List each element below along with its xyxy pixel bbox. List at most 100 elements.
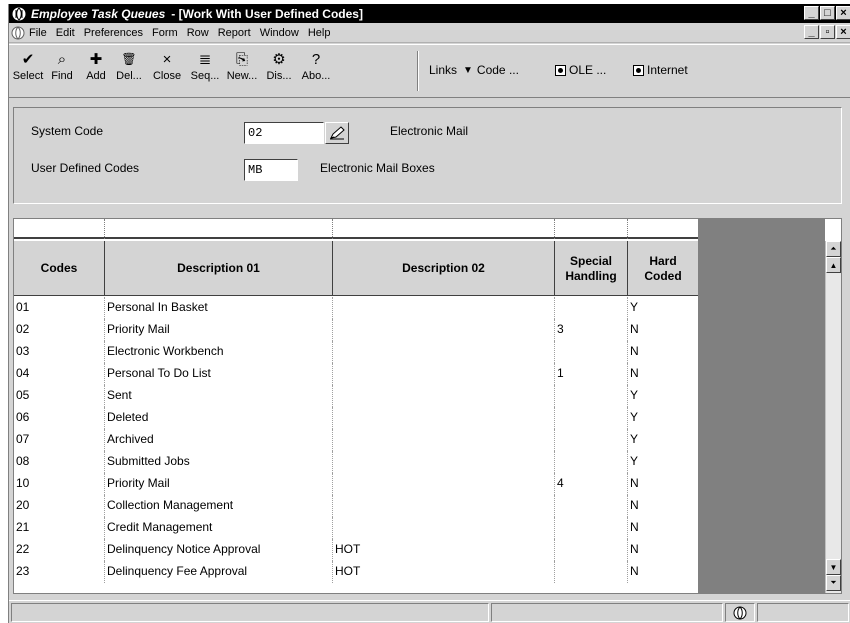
sequence-button[interactable]: ≣ Seq... (189, 49, 221, 93)
cell-description-02[interactable] (333, 341, 555, 363)
table-row[interactable]: 02 Priority Mail 3 N (14, 319, 698, 341)
cell-description-01[interactable]: Archived (105, 429, 333, 451)
cell-special-handling[interactable] (555, 451, 628, 473)
qbe-hard-cell[interactable] (628, 219, 698, 239)
cell-description-02[interactable]: HOT (333, 561, 555, 583)
menu-edit[interactable]: Edit (56, 27, 75, 39)
menu-window[interactable]: Window (260, 27, 299, 39)
cell-description-01[interactable]: Delinquency Notice Approval (105, 539, 333, 561)
cell-description-01[interactable]: Personal To Do List (105, 363, 333, 385)
cell-code[interactable]: 08 (14, 451, 105, 473)
cell-special-handling[interactable] (555, 517, 628, 539)
table-row[interactable]: 10 Priority Mail 4 N (14, 473, 698, 495)
close-window-button[interactable]: × (836, 6, 850, 20)
cell-description-01[interactable]: Personal In Basket (105, 297, 333, 319)
cell-code[interactable]: 23 (14, 561, 105, 583)
table-row[interactable]: 01 Personal In Basket Y (14, 297, 698, 319)
cell-description-02[interactable] (333, 297, 555, 319)
close-button[interactable]: × Close (149, 49, 185, 93)
mdi-restore-button[interactable]: ▫ (820, 25, 835, 39)
cell-special-handling[interactable] (555, 429, 628, 451)
menu-help[interactable]: Help (308, 27, 331, 39)
cell-description-02[interactable] (333, 429, 555, 451)
cell-hard-coded[interactable]: Y (628, 297, 698, 319)
cell-description-02[interactable] (333, 451, 555, 473)
cell-special-handling[interactable] (555, 341, 628, 363)
col-header-codes[interactable]: Codes (14, 241, 105, 296)
cell-hard-coded[interactable]: N (628, 561, 698, 583)
cell-description-02[interactable]: HOT (333, 539, 555, 561)
cell-description-02[interactable] (333, 363, 555, 385)
qbe-desc2-cell[interactable] (333, 219, 555, 239)
cell-description-01[interactable]: Deleted (105, 407, 333, 429)
about-button[interactable]: ? Abo... (299, 49, 333, 93)
table-row[interactable]: 06 Deleted Y (14, 407, 698, 429)
menu-file[interactable]: File (29, 27, 47, 39)
cell-code[interactable]: 22 (14, 539, 105, 561)
scroll-up-button[interactable]: ▲ (826, 257, 841, 273)
maximize-button[interactable]: □ (820, 6, 835, 20)
scroll-bottom-button[interactable]: ⏷ (826, 575, 841, 591)
table-row[interactable]: 08 Submitted Jobs Y (14, 451, 698, 473)
cell-hard-coded[interactable]: N (628, 539, 698, 561)
system-code-field[interactable]: 02 (244, 122, 324, 144)
cell-hard-coded[interactable]: N (628, 473, 698, 495)
cell-hard-coded[interactable]: N (628, 363, 698, 385)
table-row[interactable]: 21 Credit Management N (14, 517, 698, 539)
cell-special-handling[interactable] (555, 495, 628, 517)
cell-description-02[interactable] (333, 385, 555, 407)
code-link[interactable]: Code ... (477, 63, 519, 77)
col-header-hard-coded[interactable]: Hard Coded (628, 241, 698, 296)
mdi-minimize-button[interactable]: _ (804, 25, 819, 39)
udc-field[interactable]: MB (244, 159, 298, 181)
cell-hard-coded[interactable]: Y (628, 385, 698, 407)
scroll-top-button[interactable]: ⏶ (826, 241, 841, 257)
links-menu[interactable]: Links ▼ Code ... (429, 63, 519, 77)
cell-code[interactable]: 03 (14, 341, 105, 363)
title-bar[interactable]: Employee Task Queues - [Work With User D… (9, 4, 850, 23)
qbe-codes-cell[interactable] (14, 219, 105, 239)
table-row[interactable]: 20 Collection Management N (14, 495, 698, 517)
cell-hard-coded[interactable]: N (628, 341, 698, 363)
cell-hard-coded[interactable]: N (628, 319, 698, 341)
table-row[interactable]: 07 Archived Y (14, 429, 698, 451)
cell-description-01[interactable]: Collection Management (105, 495, 333, 517)
cell-description-02[interactable] (333, 517, 555, 539)
col-header-special-handling[interactable]: Special Handling (555, 241, 628, 296)
cell-code[interactable]: 06 (14, 407, 105, 429)
table-row[interactable]: 23 Delinquency Fee Approval HOT N (14, 561, 698, 583)
new-button[interactable]: ⎘ New... (225, 49, 259, 93)
cell-description-01[interactable]: Credit Management (105, 517, 333, 539)
cell-hard-coded[interactable]: Y (628, 407, 698, 429)
cell-description-02[interactable] (333, 319, 555, 341)
cell-description-01[interactable]: Sent (105, 385, 333, 407)
cell-description-01[interactable]: Delinquency Fee Approval (105, 561, 333, 583)
cell-hard-coded[interactable]: N (628, 517, 698, 539)
select-button[interactable]: ✔ Select (11, 49, 45, 93)
display-button[interactable]: ⚙ Dis... (263, 49, 295, 93)
find-button[interactable]: ⌕ Find (47, 49, 77, 93)
vertical-scrollbar[interactable]: ⏶ ▲ ▼ ⏷ (825, 241, 841, 593)
scroll-down-button[interactable]: ▼ (826, 559, 841, 575)
cell-special-handling[interactable]: 1 (555, 363, 628, 385)
cell-special-handling[interactable] (555, 297, 628, 319)
col-header-description-01[interactable]: Description 01 (105, 241, 333, 296)
cell-special-handling[interactable]: 3 (555, 319, 628, 341)
table-row[interactable]: 22 Delinquency Notice Approval HOT N (14, 539, 698, 561)
cell-description-01[interactable]: Submitted Jobs (105, 451, 333, 473)
minimize-button[interactable]: _ (804, 6, 819, 20)
cell-special-handling[interactable] (555, 561, 628, 583)
cell-code[interactable]: 04 (14, 363, 105, 385)
cell-description-01[interactable]: Priority Mail (105, 319, 333, 341)
cell-special-handling[interactable]: 4 (555, 473, 628, 495)
mdi-close-button[interactable]: × (836, 25, 850, 39)
qbe-special-cell[interactable] (555, 219, 628, 239)
col-header-description-02[interactable]: Description 02 (333, 241, 555, 296)
cell-description-02[interactable] (333, 473, 555, 495)
ole-button[interactable]: OLE ... (555, 63, 606, 77)
cell-code[interactable]: 02 (14, 319, 105, 341)
cell-description-02[interactable] (333, 495, 555, 517)
cell-special-handling[interactable] (555, 385, 628, 407)
cell-special-handling[interactable] (555, 407, 628, 429)
menu-form[interactable]: Form (152, 27, 178, 39)
